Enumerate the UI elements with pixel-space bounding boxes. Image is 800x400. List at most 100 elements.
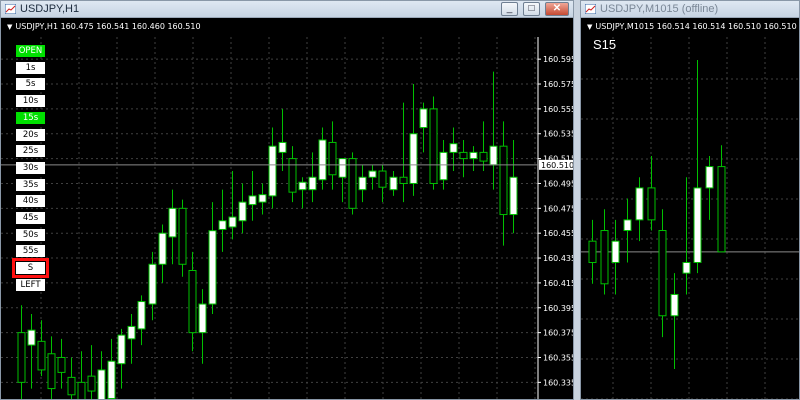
candle-body	[148, 263, 157, 305]
timeframe-button-1s[interactable]: 1s	[16, 61, 45, 74]
minimize-button[interactable]: _	[501, 2, 518, 16]
chart-symbol: USDJPY,M1015	[595, 22, 655, 31]
maximize-button[interactable]: □	[523, 2, 540, 16]
candle-body	[17, 332, 26, 383]
timeframe-button-40s[interactable]: 40s	[16, 195, 45, 208]
candle-body	[238, 201, 247, 222]
chart-quotes: 160.475 160.541 160.460 160.510	[60, 22, 201, 31]
timeframe-button-50s[interactable]: 50s	[16, 228, 45, 241]
y-tick-label: 160.475	[543, 204, 574, 213]
timeframe-button-30s[interactable]: 30s	[16, 161, 45, 174]
candle-body	[188, 269, 197, 334]
window-titlebar[interactable]: USDJPY,H1 _ □ ✕	[1, 1, 573, 18]
y-tick-label: 160.595	[543, 55, 574, 64]
candle-body	[178, 207, 187, 265]
timeframe-button-45s[interactable]: 45s	[16, 212, 45, 224]
candle-body	[635, 187, 644, 221]
candle-body	[318, 139, 327, 181]
y-tick-label: 160.395	[543, 304, 574, 313]
candle-body	[358, 176, 367, 191]
chart-window-m1015[interactable]: USDJPY,M1015 (offline) ▼ USDJPY,M1015 160…	[580, 0, 800, 400]
window-title: USDJPY,M1015 (offline)	[600, 3, 719, 15]
timeframe-button-5s[interactable]: 5s	[16, 78, 45, 91]
y-tick-label: 160.555	[543, 105, 574, 114]
candle-body	[137, 301, 146, 330]
timeframe-label: S15	[593, 37, 617, 52]
candle-body	[127, 325, 136, 340]
candlestick-chart-offline[interactable]	[581, 19, 800, 400]
candle-body	[77, 381, 86, 399]
candle-body	[308, 176, 317, 191]
timeframe-button-left[interactable]: LEFT	[16, 278, 45, 291]
candle-body	[717, 166, 726, 253]
candle-body	[670, 293, 679, 317]
candle-body	[348, 158, 357, 209]
candle-body	[658, 230, 667, 317]
window-title: USDJPY,H1	[20, 3, 80, 15]
timeframe-button-open[interactable]: OPEN	[16, 45, 45, 57]
candle-body	[409, 133, 418, 184]
candle-body	[268, 145, 277, 197]
candle-body	[378, 170, 387, 188]
collapse-triangle-icon: ▼	[587, 23, 593, 31]
chart-header: ▼ USDJPY,H1 160.475 160.541 160.460 160.5…	[7, 22, 201, 31]
chart-header: ▼ USDJPY,M1015 160.514 160.514 160.510 16…	[587, 22, 797, 31]
candle-body	[399, 176, 408, 184]
candle-body	[389, 176, 398, 191]
candle-body	[288, 158, 297, 193]
y-tick-label: 160.435	[543, 254, 574, 263]
candle-body	[117, 334, 126, 365]
candle-body	[248, 195, 257, 206]
y-tick-label: 160.375	[543, 329, 574, 338]
y-tick-label: 160.535	[543, 130, 574, 139]
price-chart[interactable]: 160.595 160.575 160.555 160.535 160.515 160.4…	[1, 19, 573, 399]
chart-window-icon	[5, 4, 16, 14]
timeframe-button-55s[interactable]: 55s	[16, 245, 45, 258]
candle-body	[47, 353, 56, 390]
candle-body	[623, 219, 632, 232]
candle-body	[298, 181, 307, 191]
candle-body	[588, 240, 597, 263]
timeframe-button-20s[interactable]: 20s	[16, 128, 45, 141]
candle-body	[705, 166, 714, 189]
candlestick-chart[interactable]: 160.595160.575160.555160.535160.515160.4…	[1, 19, 574, 400]
timeframe-button-25s[interactable]: 25s	[16, 145, 45, 158]
candle-body	[682, 261, 691, 274]
candle-body	[600, 230, 609, 285]
window-titlebar-offline[interactable]: USDJPY,M1015 (offline)	[581, 1, 799, 18]
chart-window-icon	[585, 4, 596, 14]
candle-body	[469, 151, 478, 160]
candle-body	[328, 141, 337, 176]
candle-body	[509, 176, 518, 216]
y-tick-label: 160.415	[543, 279, 574, 288]
chart-quotes: 160.514 160.514 160.510 160.510	[656, 22, 797, 31]
candle-body	[107, 360, 116, 399]
timeframe-button-10s[interactable]: 10s	[16, 95, 45, 108]
y-tick-label: 160.495	[543, 179, 574, 188]
y-tick-label: 160.335	[543, 378, 574, 387]
chart-window-h1[interactable]: USDJPY,H1 _ □ ✕ 160.595 160.575 160.555 160…	[0, 0, 574, 400]
candle-body	[459, 151, 468, 160]
price-chart-offline[interactable]: ▼ USDJPY,M1015 160.514 160.514 160.510 16…	[581, 19, 799, 399]
candle-body	[611, 240, 620, 263]
candle-body	[419, 108, 428, 129]
close-button[interactable]: ✕	[545, 2, 569, 16]
candle-body	[449, 143, 458, 153]
candle-body	[338, 158, 347, 178]
candle-body	[27, 329, 36, 346]
candle-body	[368, 170, 377, 178]
timeframe-button-s[interactable]: S	[12, 258, 49, 279]
candle-body	[499, 145, 508, 216]
current-price-label: 160.510	[541, 161, 574, 170]
timeframe-button-35s[interactable]: 35s	[16, 178, 45, 191]
collapse-triangle-icon: ▼	[7, 23, 13, 31]
candle-body	[228, 216, 237, 228]
timeframe-button-15s[interactable]: 15s	[16, 111, 45, 124]
candle-body	[647, 187, 656, 221]
candle-body	[57, 356, 66, 373]
y-tick-label: 160.575	[543, 80, 574, 89]
chart-symbol: USDJPY,H1	[15, 22, 59, 31]
candle-body	[258, 194, 267, 203]
y-tick-label: 160.455	[543, 229, 574, 238]
candle-body	[489, 145, 498, 166]
